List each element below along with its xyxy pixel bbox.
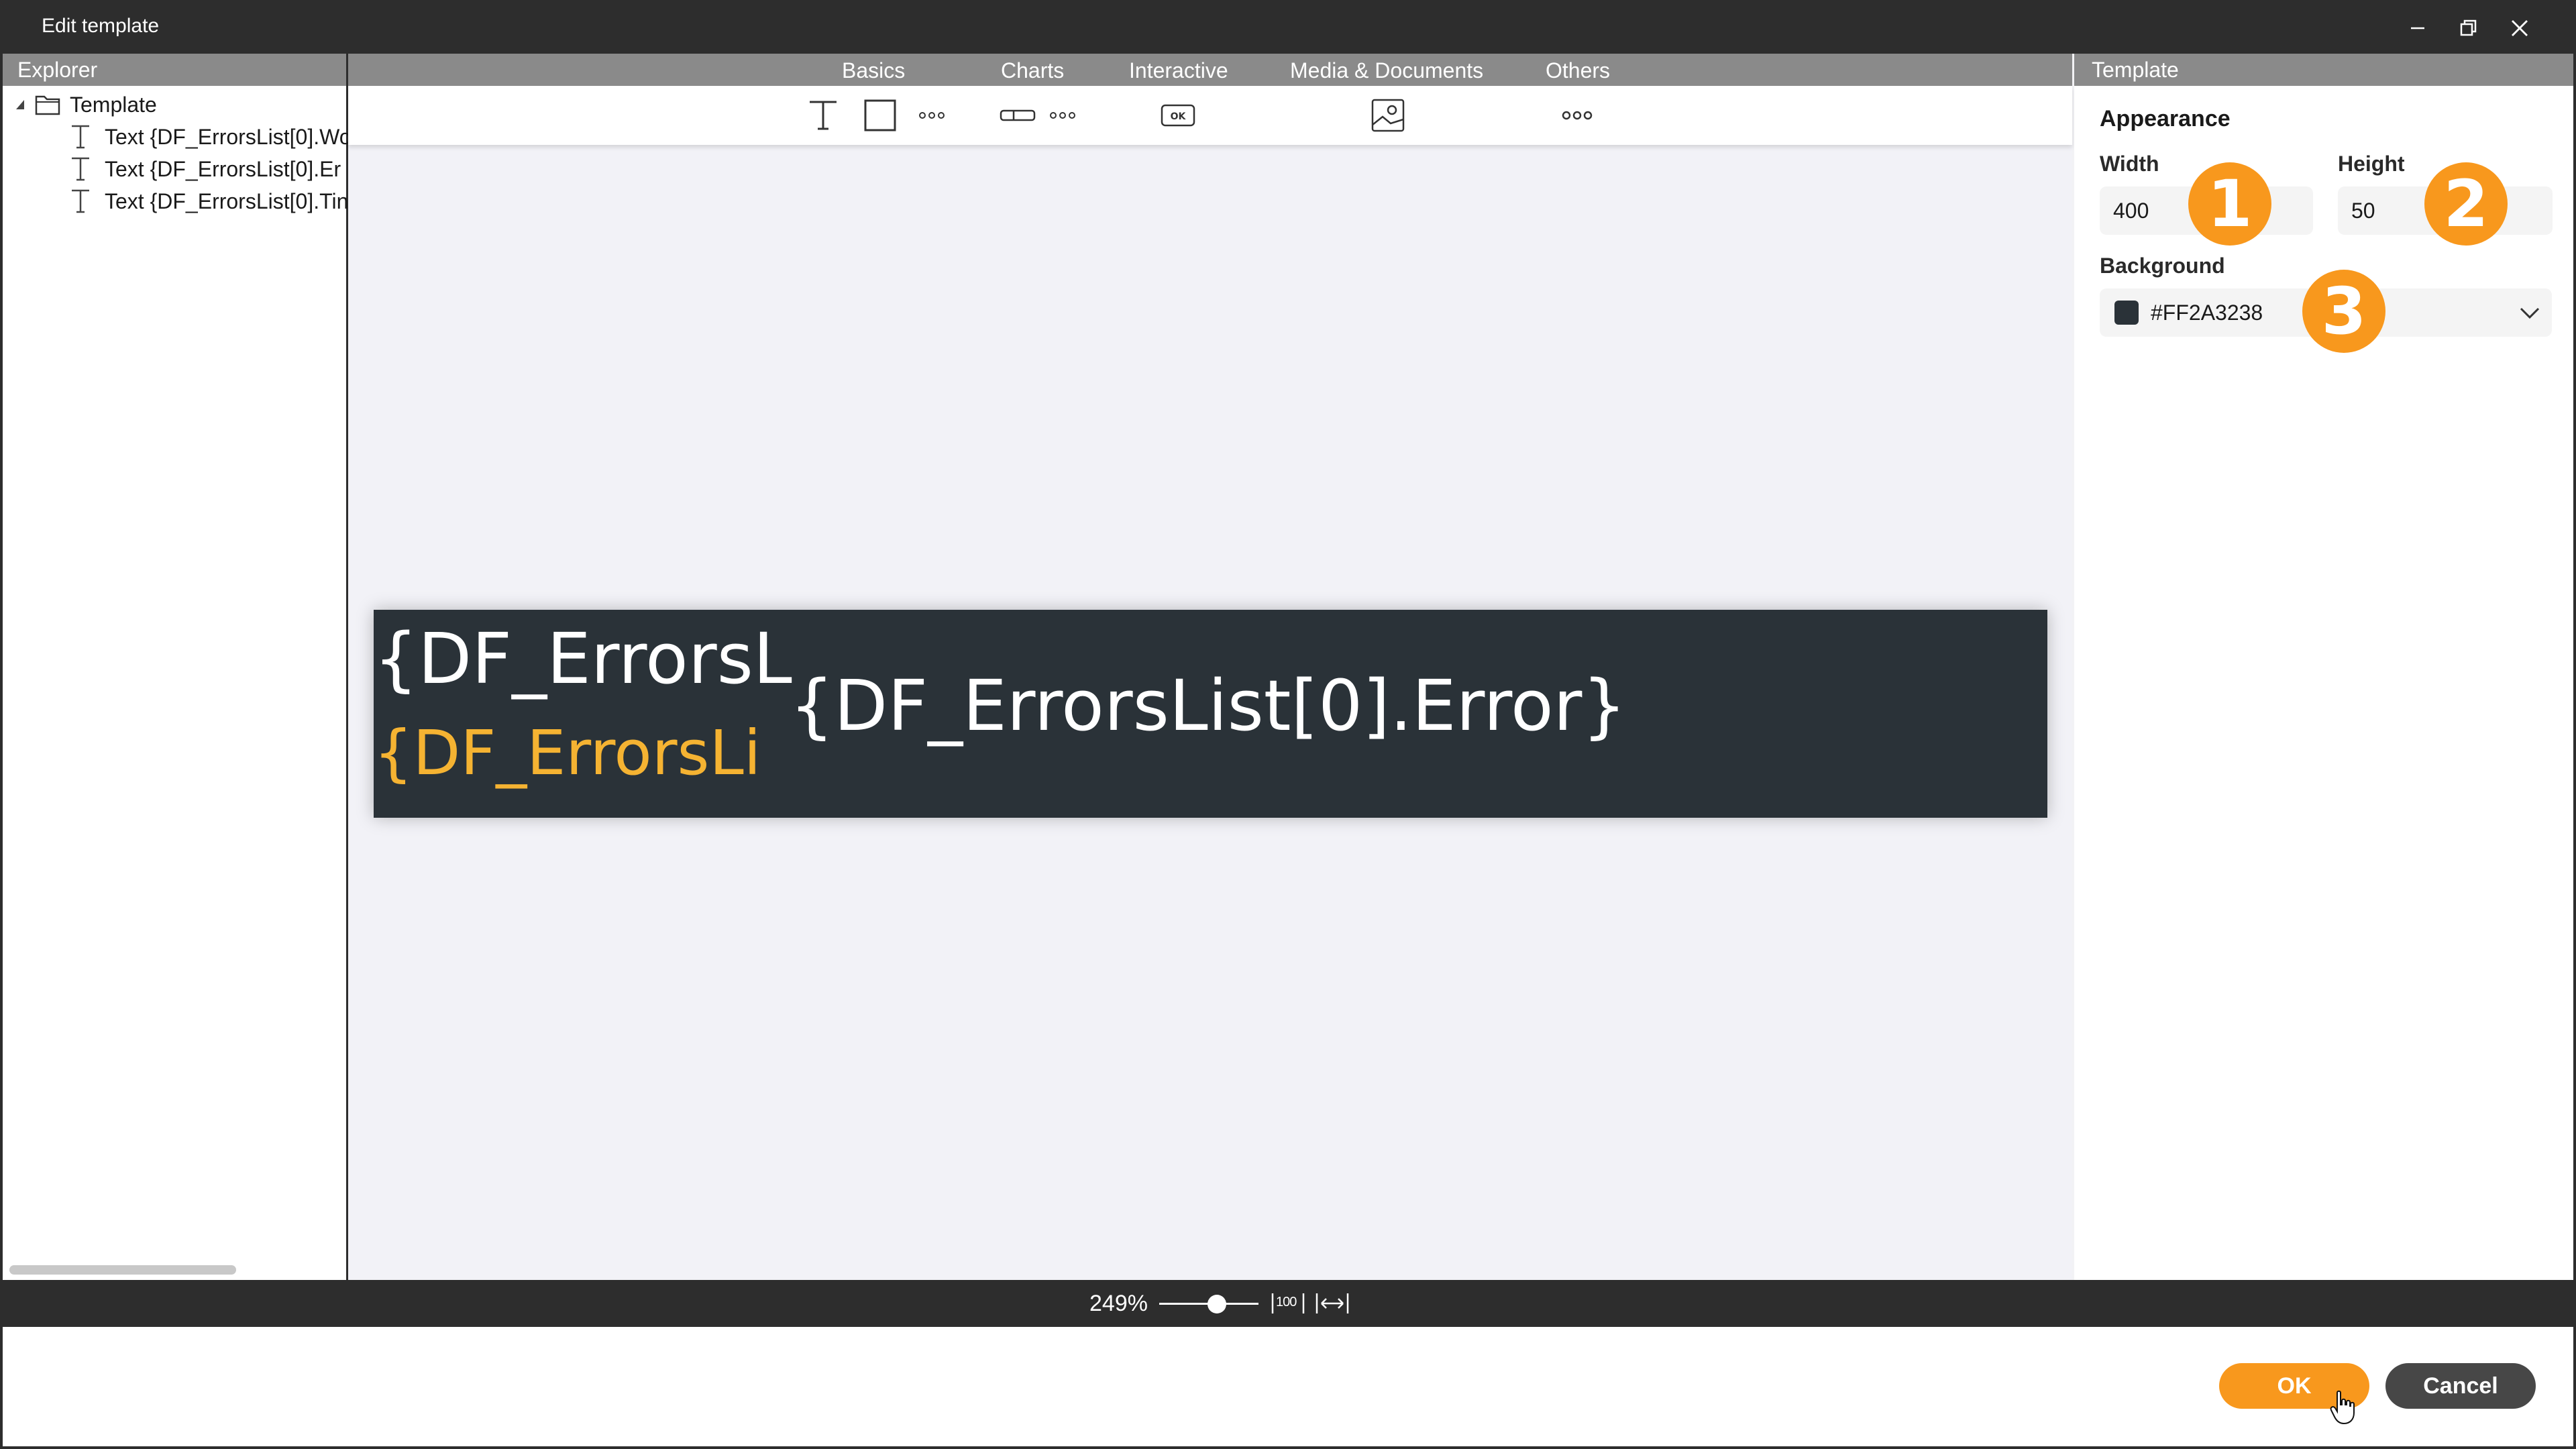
toolbox: OK — [348, 86, 2072, 145]
height-label: Height — [2338, 152, 2405, 176]
zoom-100-label: 100 — [1276, 1295, 1297, 1309]
tree-item-text-1[interactable]: Text {DF_ErrorsList[0].Wo — [70, 121, 352, 153]
cancel-button[interactable]: Cancel — [2385, 1363, 2536, 1409]
tree-item-label: Text {DF_ErrorsList[0].Tin — [105, 189, 349, 213]
category-basics[interactable]: Basics — [842, 58, 905, 83]
properties-panel: Template Appearance Width 400 Height 50 … — [2074, 54, 2573, 1280]
close-icon[interactable] — [2504, 12, 2536, 44]
category-others[interactable]: Others — [1546, 58, 1610, 83]
design-area: Basics Charts Interactive Media & Docume… — [348, 54, 2072, 1280]
appearance-section-title: Appearance — [2100, 106, 2231, 131]
toolbox-categories: Basics Charts Interactive Media & Docume… — [348, 54, 2072, 86]
color-swatch — [2114, 301, 2139, 325]
tree-item-label: Text {DF_ErrorsList[0].Er — [105, 156, 341, 181]
text-icon — [72, 189, 89, 213]
chevron-down-icon[interactable] — [2518, 303, 2541, 322]
category-interactive[interactable]: Interactive — [1129, 58, 1228, 83]
template-canvas[interactable]: {DF_ErrorsL {DF_ErrorsLi {DF_ErrorsList[… — [374, 610, 2047, 818]
zoom-100-button[interactable]: 100 — [1271, 1289, 1305, 1318]
progress-bar-tool-icon[interactable] — [991, 95, 1044, 136]
text-icon — [72, 157, 89, 181]
background-label: Background — [2100, 254, 2225, 278]
tree-item-label: Text {DF_ErrorsList[0].Wo — [105, 124, 352, 149]
window-title: Edit template — [42, 15, 160, 37]
canvas-text-main[interactable]: {DF_ErrorsList[0].Error} — [790, 665, 1627, 747]
tree-item-template[interactable]: Template — [12, 89, 157, 121]
text-tool-icon[interactable] — [803, 95, 843, 136]
more-others-icon[interactable] — [1557, 95, 1597, 136]
zoom-level: 249% — [1089, 1291, 1148, 1316]
rectangle-tool-icon[interactable] — [860, 95, 900, 136]
text-icon — [72, 125, 89, 149]
explorer-panel: Explorer Template Text {DF_ErrorsList[0]… — [3, 54, 352, 1280]
folder-icon — [35, 95, 60, 115]
svg-text:OK: OK — [1171, 111, 1187, 122]
ok-button-tool-icon[interactable]: OK — [1158, 95, 1198, 136]
width-label: Width — [2100, 152, 2159, 176]
background-color-value: #FF2A3238 — [2151, 301, 2263, 325]
zoom-bar: 249% 100 — [3, 1280, 2573, 1327]
title-bar: Edit template — [3, 3, 2573, 54]
callout-badge-2: 2 — [2424, 162, 2508, 246]
category-media-documents[interactable]: Media & Documents — [1290, 58, 1483, 83]
dialog-footer: OK Cancel — [3, 1327, 2573, 1446]
collapse-triangle-icon[interactable] — [12, 96, 30, 113]
more-charts-icon[interactable] — [1042, 95, 1083, 136]
tree-item-text-3[interactable]: Text {DF_ErrorsList[0].Tin — [70, 185, 348, 217]
callout-badge-3: 3 — [2302, 270, 2385, 353]
image-tool-icon[interactable] — [1368, 95, 1408, 136]
hand-cursor-icon — [2330, 1390, 2355, 1425]
minimize-icon[interactable] — [2402, 12, 2434, 44]
canvas-text-bottom[interactable]: {DF_ErrorsLi — [374, 717, 761, 789]
explorer-header: Explorer — [3, 54, 346, 86]
fit-width-icon[interactable] — [1315, 1289, 1350, 1318]
properties-header: Template — [2074, 54, 2573, 86]
zoom-slider-thumb[interactable] — [1208, 1295, 1226, 1313]
edit-template-window: Edit template Explorer Template Text {DF… — [0, 0, 2576, 1449]
category-charts[interactable]: Charts — [1001, 58, 1064, 83]
tree-item-label: Template — [70, 92, 157, 117]
explorer-horizontal-scrollbar[interactable] — [9, 1265, 236, 1275]
tree-item-text-2[interactable]: Text {DF_ErrorsList[0].Er — [70, 153, 341, 185]
restore-icon[interactable] — [2453, 12, 2485, 44]
canvas-text-top[interactable]: {DF_ErrorsL — [374, 618, 792, 700]
more-basics-icon[interactable] — [912, 95, 952, 136]
callout-badge-1: 1 — [2188, 162, 2271, 246]
